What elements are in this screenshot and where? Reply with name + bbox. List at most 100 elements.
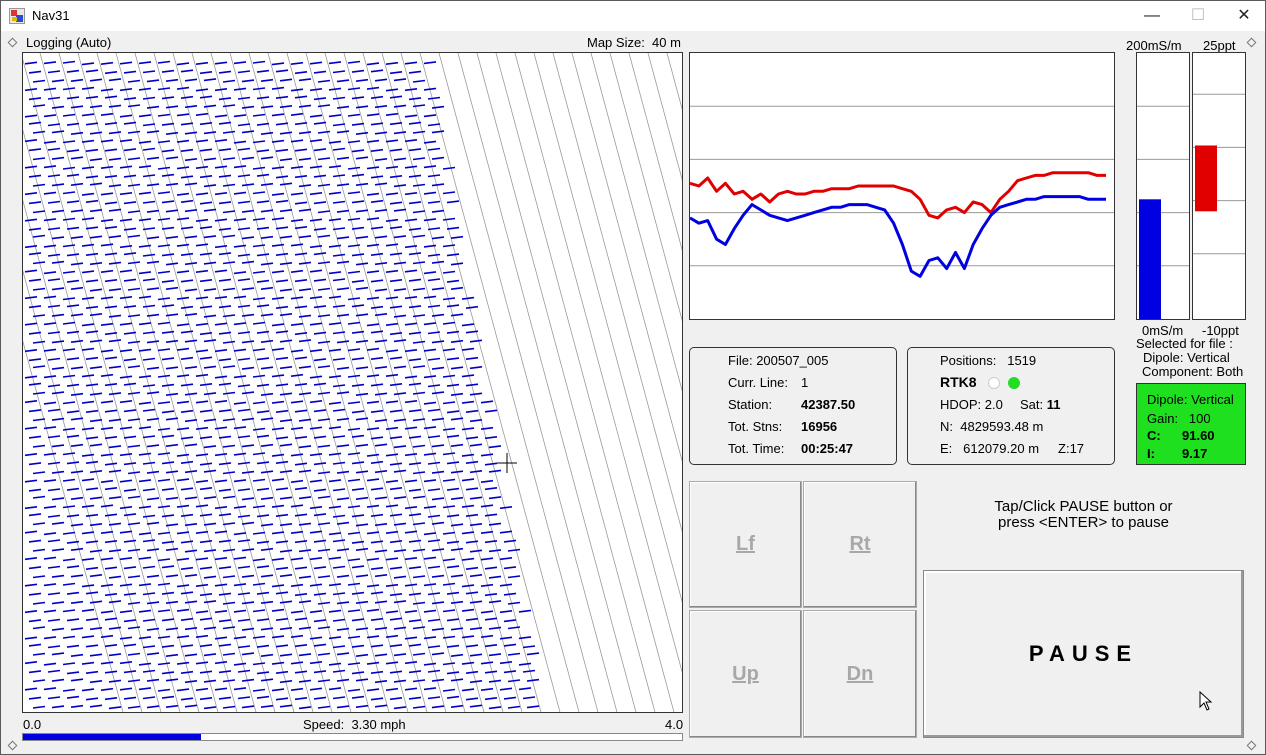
track-mark [32,287,46,291]
track-mark [260,392,274,396]
track-mark [446,671,460,675]
track-mark [203,706,217,710]
track-mark [184,158,198,162]
left-button[interactable]: Lf [689,481,802,608]
track-mark [157,478,171,482]
track-mark [237,645,251,649]
track-mark [347,297,361,301]
track-mark [104,226,118,230]
track-mark [499,557,513,561]
track-mark [332,696,346,700]
track-mark [404,269,418,273]
track-mark [43,218,57,222]
track-mark [146,130,160,134]
track-mark [294,148,308,152]
track-mark [260,156,274,160]
track-mark [24,269,38,273]
track-mark [161,173,175,177]
track-mark [355,286,369,290]
track-mark [176,427,190,431]
maximize-icon[interactable]: ☐ [1175,1,1221,31]
track-mark [294,487,308,491]
track-mark [176,139,190,143]
track-mark [81,635,95,639]
track-mark [146,521,160,525]
track-mark [184,392,198,396]
close-icon[interactable]: ✕ [1221,1,1266,31]
track-mark [431,209,445,213]
track-mark [446,434,460,438]
track-mark [332,488,346,492]
track-mark [89,680,103,684]
track-mark [347,113,361,117]
track-mark [127,391,141,395]
track-mark [290,165,304,169]
track-mark [431,470,445,474]
track-mark [412,522,426,526]
minimize-icon[interactable]: — [1129,1,1175,31]
track-mark [184,523,198,527]
track-mark [446,618,460,622]
track-mark [336,340,350,344]
track-mark [332,227,346,231]
track-mark [366,688,380,692]
right-button[interactable]: Rt [803,481,917,608]
track-mark [279,574,293,578]
track-mark [66,461,80,465]
track-mark [214,114,228,118]
grid-line [58,53,238,712]
track-mark [161,226,175,230]
track-mark [142,696,156,700]
track-mark [104,252,118,256]
resize-handle-icon[interactable] [7,37,18,48]
track-mark [28,435,42,439]
resize-handle-icon[interactable] [1246,37,1257,48]
track-mark [241,444,255,448]
track-mark [404,583,418,587]
survey-track-map[interactable] [22,52,683,713]
track-mark [28,201,42,205]
track-mark [317,601,331,605]
track-mark [366,374,380,378]
track-mark [317,391,331,395]
track-mark [43,636,57,640]
down-button[interactable]: Dn [803,610,917,738]
track-mark [62,348,76,352]
pause-button[interactable]: PAUSE [923,570,1244,738]
track-mark [85,305,99,309]
track-mark [309,322,323,326]
track-mark [336,130,350,134]
track-mark [241,652,255,656]
resize-handle-icon[interactable] [7,740,18,751]
track-mark [119,506,133,510]
resize-handle-icon[interactable] [1246,740,1257,751]
track-mark [412,575,426,579]
track-mark [28,278,42,282]
track-mark [484,644,498,648]
title-bar[interactable]: Nav31 — ☐ ✕ [1,1,1265,31]
track-mark [260,105,274,109]
track-mark [465,409,479,413]
track-mark [199,332,213,336]
track-mark [298,679,312,683]
track-mark [138,140,152,144]
track-mark [461,296,475,300]
track-mark [176,557,190,561]
track-mark [408,278,422,282]
track-mark [408,488,422,492]
track-mark [332,384,346,388]
track-mark [85,591,99,595]
track-mark [370,487,384,491]
track-mark [66,383,80,387]
track-mark [370,95,384,99]
track-mark [336,105,350,109]
track-mark [374,600,388,604]
track-mark [260,496,274,500]
track-mark [203,339,217,343]
track-mark [313,305,327,309]
track-mark [374,182,388,186]
up-button[interactable]: Up [689,610,802,738]
track-mark [427,461,441,465]
track-mark [203,522,217,526]
track-mark [355,443,369,447]
